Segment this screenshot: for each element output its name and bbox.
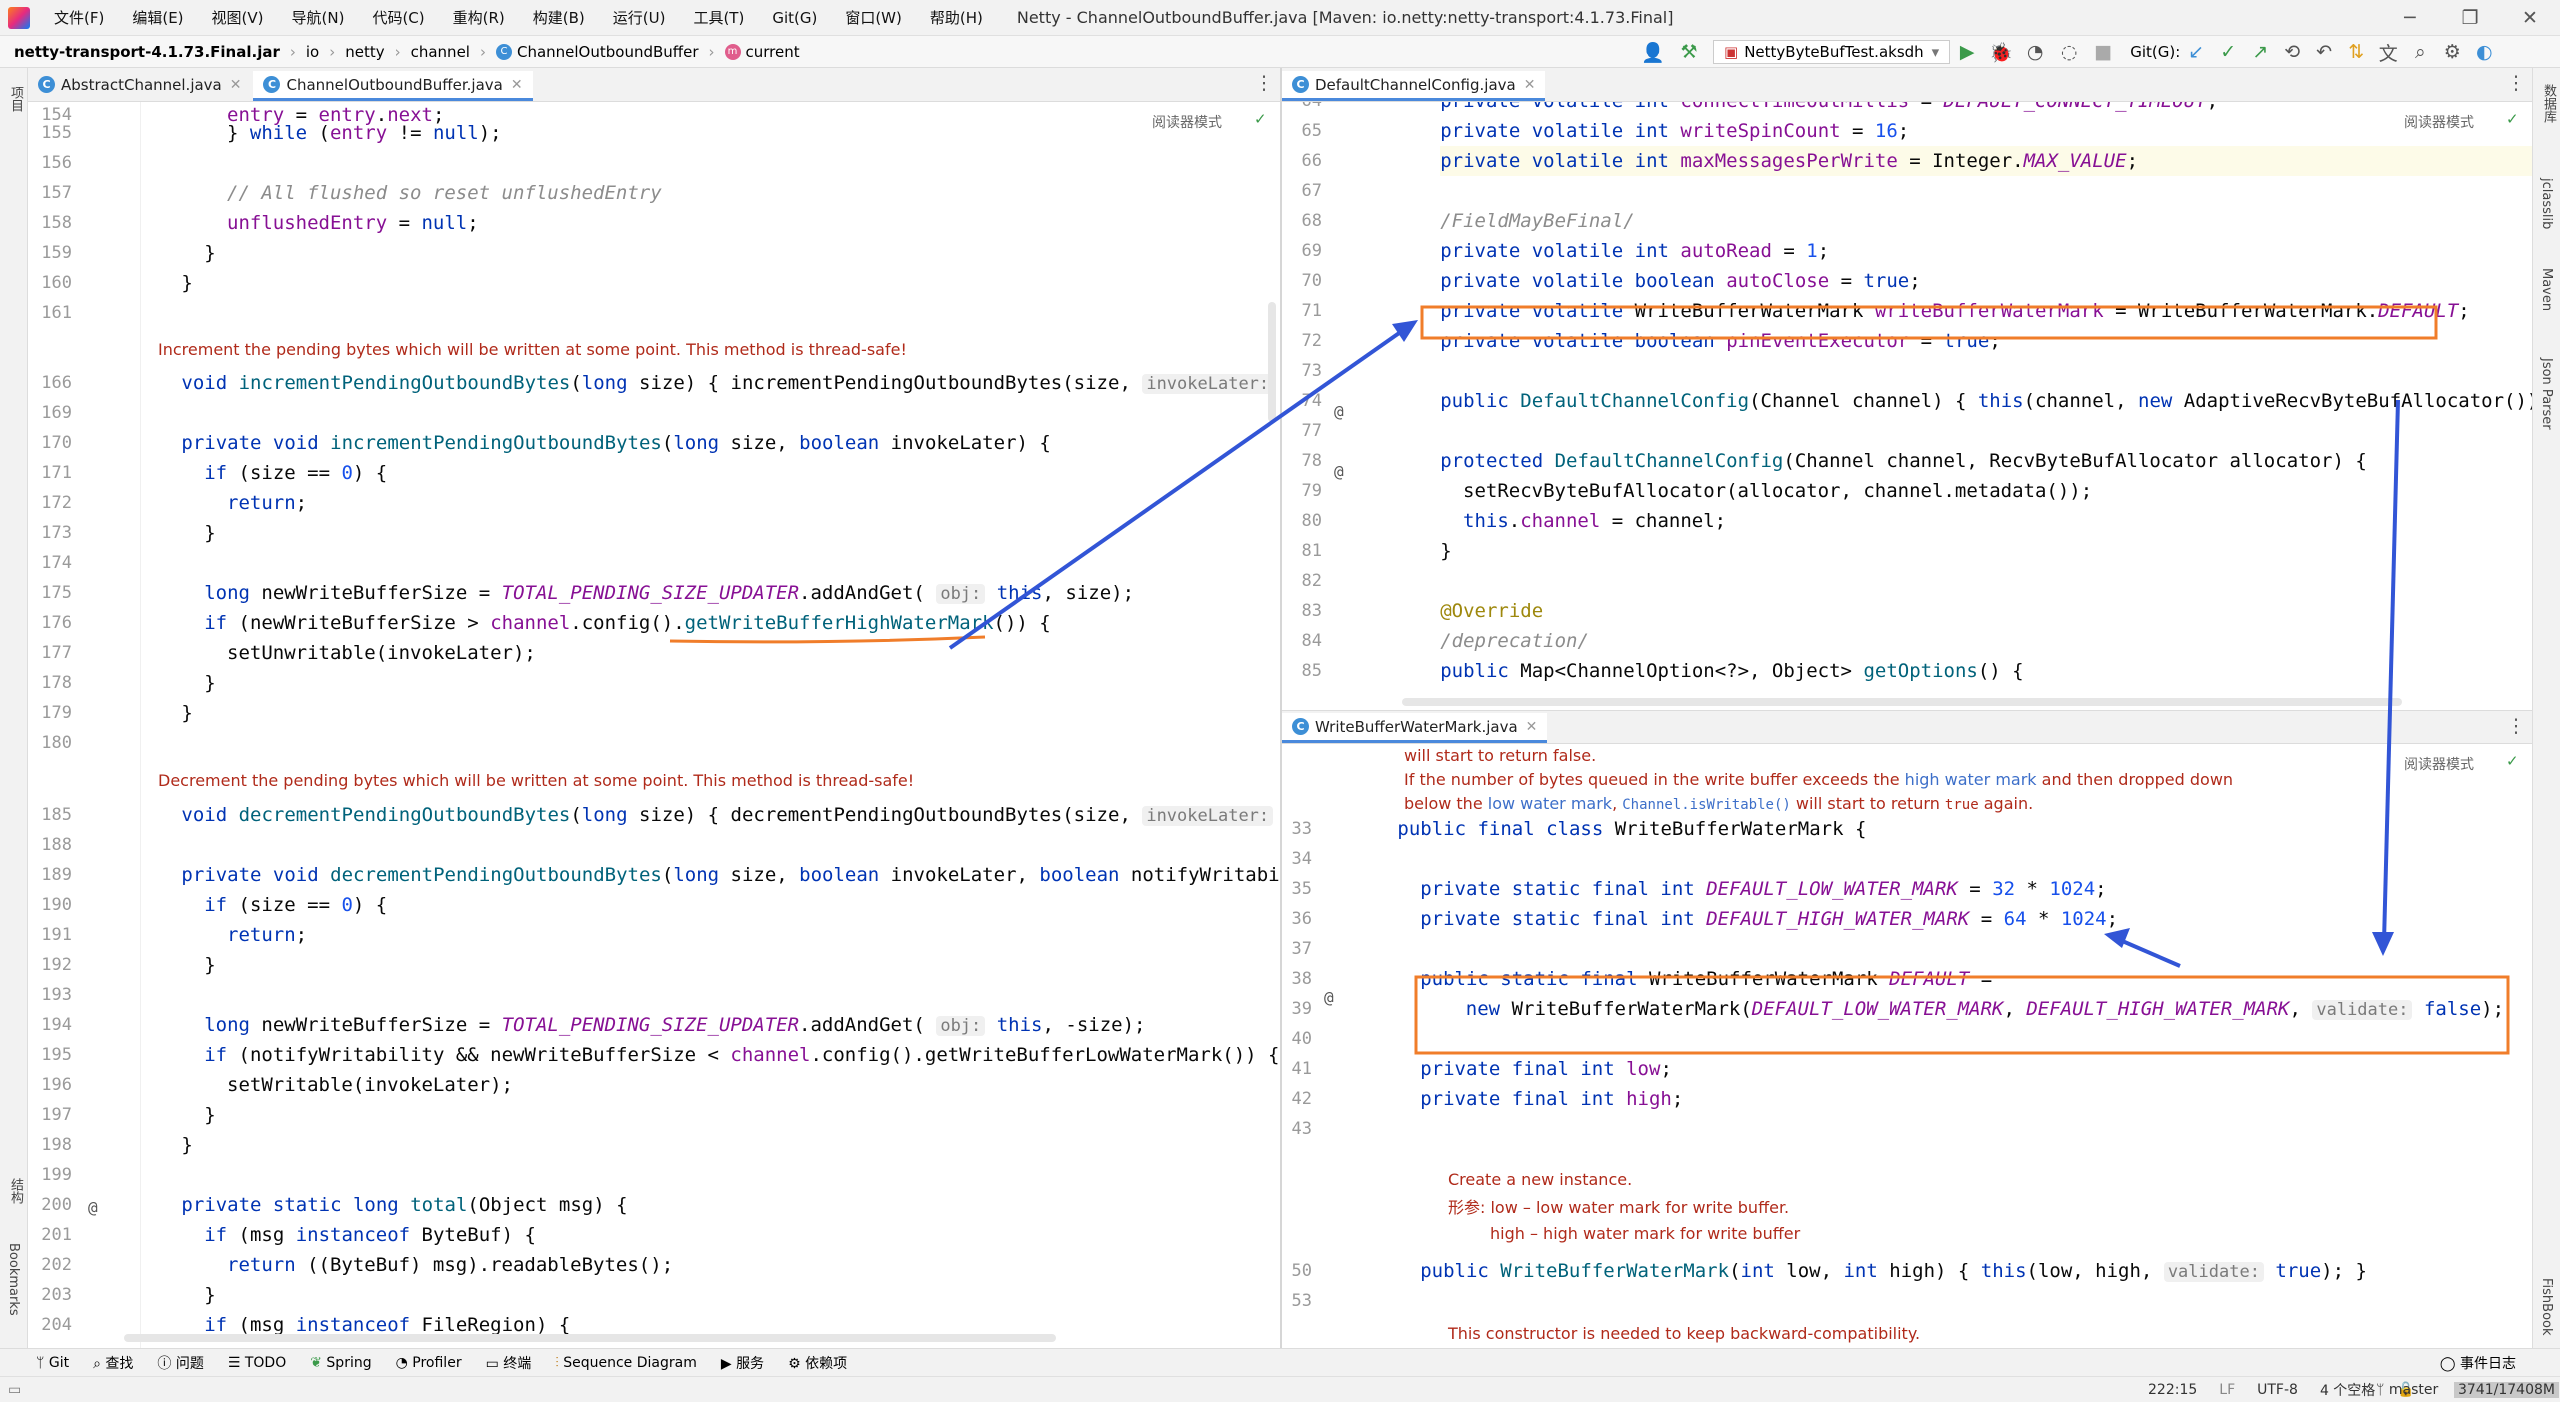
git-branch[interactable]: ᛘ master [2376,1382,2438,1398]
arrow-to-default-constant [2382,399,2400,943]
tool-event-log[interactable]: ◯ 事件日志 [2440,1353,2516,1373]
tool-spring[interactable]: ❦ Spring [310,1355,371,1371]
indent-setting[interactable]: 4 个空格 [2320,1380,2375,1400]
highlight-box-default-field [1420,305,2438,340]
spring-leaf-icon: ❦ [310,1354,327,1371]
terminal-icon: ▭ [485,1355,504,1372]
search-icon: ⌕ [93,1355,106,1372]
profiler-icon: ◔ [395,1354,413,1371]
event-log-icon: ◯ [2439,1355,2460,1372]
underline-high-water-mark [669,635,986,644]
tool-dependencies[interactable]: ⚙ 依赖项 [788,1353,847,1373]
caret-position[interactable]: 222:15 [2148,1382,2197,1398]
file-encoding[interactable]: UTF-8 [2257,1382,2298,1398]
tool-profiler[interactable]: ◔ Profiler [396,1355,462,1371]
tool-git[interactable]: ᛘ Git [36,1355,69,1371]
ide-window: 文件(F) 编辑(E) 视图(V) 导航(N) 代码(C) 重构(R) 构建(B… [0,0,2560,1402]
services-icon: ▶ [720,1355,737,1372]
tool-problems[interactable]: ⓘ 问题 [157,1353,203,1373]
tool-find[interactable]: ⌕ 查找 [93,1353,133,1373]
tool-services[interactable]: ▶ 服务 [721,1353,764,1373]
tool-terminal[interactable]: ▭ 终端 [486,1353,532,1373]
annotation-overlay [669,305,2510,1055]
status-bar: ▭ 222:15 LF UTF-8 4 个空格 🔓 ᛘ master 3741/… [0,1376,2560,1402]
tool-sequence-diagram[interactable]: ⫶ Sequence Diagram [555,1355,697,1371]
branch-icon: ᛘ [2376,1381,2389,1398]
arrow-to-high-water-mark [2119,938,2181,968]
highlight-box-default-constant [1414,975,2510,1055]
memory-indicator[interactable]: 3741/17408M [2454,1381,2559,1398]
dependencies-icon: ⚙ [788,1355,806,1372]
line-separator[interactable]: LF [2219,1382,2235,1398]
arrow-to-default-field [948,322,1414,650]
status-toggle-icon[interactable]: ▭ [8,1382,21,1398]
tool-window-bar: ᛘ Git ⌕ 查找 ⓘ 问题 ☰ TODO ❦ Spring ◔ Profil… [0,1348,2560,1376]
arrowhead [2104,928,2130,948]
arrowhead [1392,320,1418,342]
git-branch-icon: ᛘ [36,1354,49,1371]
tool-todo[interactable]: ☰ TODO [228,1355,286,1371]
arrowhead [2372,932,2394,956]
info-icon: ⓘ [157,1355,176,1372]
list-icon: ☰ [227,1354,245,1371]
